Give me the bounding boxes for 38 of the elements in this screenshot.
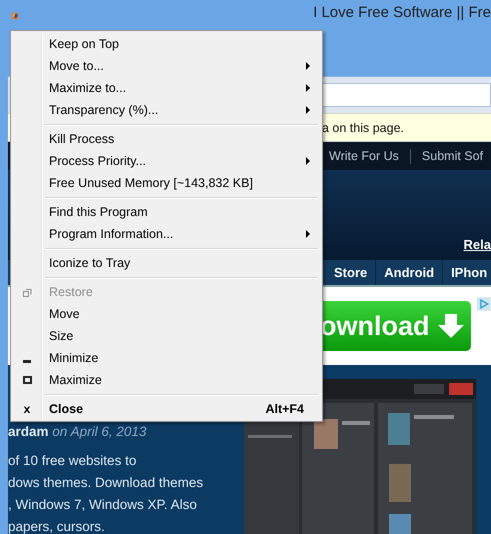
header-link[interactable]: Rela xyxy=(464,237,491,252)
menu-item[interactable]: Find this Program xyxy=(45,201,320,223)
author-name[interactable]: ardam xyxy=(8,424,49,439)
submenu-arrow-icon xyxy=(306,62,310,70)
menu-item[interactable]: Kill Process xyxy=(45,128,320,150)
submenu-arrow-icon xyxy=(306,84,310,92)
menu-item[interactable]: Move xyxy=(45,303,320,325)
submenu-arrow-icon xyxy=(306,230,310,238)
article-text-line: of 10 free websites to xyxy=(8,452,138,470)
menu-item[interactable]: Close Alt+F4 xyxy=(45,398,320,420)
submenu-arrow-icon xyxy=(306,157,310,165)
menu-item[interactable]: Maximize xyxy=(45,369,320,391)
down-arrow-icon xyxy=(436,312,466,340)
article-text-line: , Windows 7, Windows XP. Also xyxy=(8,496,198,514)
article-text-line: dows themes. Download themes xyxy=(8,474,204,492)
article-text-line: papers, cursors. xyxy=(8,518,106,534)
post-date: on April 6, 2013 xyxy=(52,424,146,439)
minimize-icon xyxy=(23,360,31,362)
restore-icon xyxy=(22,288,32,296)
menu-item[interactable]: Size xyxy=(45,325,320,347)
nav-link[interactable]: Submit Sof xyxy=(422,149,484,163)
submenu-arrow-icon xyxy=(306,106,310,114)
menu-item[interactable]: Transparency (%)... xyxy=(45,99,320,121)
ad-choices-icon[interactable] xyxy=(477,297,491,311)
category-tab[interactable]: Store xyxy=(326,260,376,285)
nav-link[interactable]: Write For Us xyxy=(329,149,399,163)
menu-item[interactable]: Keep on Top xyxy=(45,33,320,55)
window-title: I Love Free Software || Fre xyxy=(313,4,491,21)
category-tab[interactable]: IPhon xyxy=(443,260,491,285)
menu-item[interactable]: Iconize to Tray xyxy=(45,252,320,274)
menu-item[interactable]: Process Priority... xyxy=(45,150,320,172)
menu-item[interactable]: Move to... xyxy=(45,55,320,77)
maximize-icon xyxy=(22,376,32,384)
close-icon: x xyxy=(24,402,30,416)
menu-item[interactable]: Free Unused Memory [~143,832 KB] xyxy=(45,172,320,194)
menu-item[interactable]: Program Information... xyxy=(45,223,320,245)
category-tab[interactable]: Android xyxy=(376,260,444,285)
menu-item[interactable]: Minimize xyxy=(45,347,320,369)
